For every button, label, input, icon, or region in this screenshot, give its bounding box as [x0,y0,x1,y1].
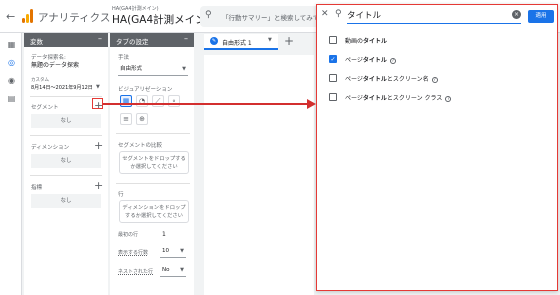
picker-search-input[interactable]: タイトル [347,10,521,24]
metrics-label: 指標 [31,185,43,191]
segment-drop-zone[interactable]: セグメントをドロップするか選択してください [119,151,189,174]
segments-empty: なし [31,114,101,128]
technique-label: 手法 [118,55,130,61]
annotation-arrow-head [307,98,316,109]
help-icon[interactable]: ? [445,95,452,102]
nested-rows-select[interactable]: No ▼ [160,263,186,277]
date-label: カスタム [31,78,49,83]
ads-icon[interactable]: ◉ [7,76,16,85]
chevron-down-icon: ▼ [180,248,184,254]
dimension-picker-panel: ✕ ⚲ タイトル × 適用 動画のタイトル ✓ ページタイトル? ページタイトル… [316,4,558,291]
checkbox[interactable] [329,36,337,44]
metrics-empty: なし [31,194,101,208]
first-row-value[interactable]: 1 [162,231,166,238]
divider [30,96,102,97]
search-icon: ⚲ [335,9,342,19]
option-label: ページタイトルとスクリーン クラス? [345,95,452,102]
help-icon[interactable]: ? [431,76,438,83]
show-rows-value: 10 [162,248,169,254]
app-title: アナリティクス [38,12,111,24]
line-viz-icon[interactable]: ⟋ [152,95,164,107]
checkbox-checked[interactable]: ✓ [329,55,337,63]
property-selector[interactable]: HA(GA4計測メイン) [112,12,210,27]
checkbox[interactable] [329,93,337,101]
divider [30,135,102,136]
chevron-down-icon: ▼ [180,267,184,273]
nested-rows-label: ネストされた行 [118,269,154,275]
chevron-down-icon: ▼ [182,66,186,72]
home-icon[interactable]: ▦ [7,40,16,49]
property-account-label: HA(GA4計測メイン) [112,6,159,12]
collapse-icon[interactable]: – [98,34,102,43]
analytics-logo [22,9,34,23]
show-rows-select[interactable]: 10 ▼ [160,244,186,258]
segment-compare-label: セグメントの比較 [118,143,163,149]
geo-viz-icon[interactable]: ⊕ [136,113,148,125]
collapse-icon[interactable]: – [184,34,188,43]
tab-settings-header: タブの設定 – [110,33,194,47]
canvas-content [204,55,314,295]
dimensions-empty: なし [31,154,101,168]
show-rows-label: 表示する行数 [118,250,149,256]
divider [116,133,190,134]
technique-value: 自由形式 [120,66,143,72]
option-page-title-screen-name[interactable]: ページタイトルとスクリーン名? [329,73,549,85]
annotation-arrow [103,102,308,105]
tab-freeform-1[interactable]: ✎ 自由形式 1 ▼ [204,34,278,50]
first-row-label: 最初の行 [118,232,139,238]
technique-select[interactable]: 自由形式 ▼ [118,62,188,76]
technique-icon: ✎ [210,37,218,45]
divider [30,175,102,176]
help-icon[interactable]: ? [389,57,396,64]
close-icon[interactable]: ✕ [321,9,329,19]
arrow-left-icon[interactable]: ← [6,10,15,23]
dimension-drop-zone[interactable]: ディメンションをドロップするか選択してください [119,200,189,223]
search-bar[interactable]: ⚲ 「行動サマリー」と検索してみて [200,6,320,27]
add-tab-button[interactable]: + [284,34,294,48]
add-dimension-button[interactable]: + [94,140,103,151]
tab-label: 自由形式 1 [222,40,252,47]
segment-plus-highlight [92,98,103,109]
variables-header: 変数 – [24,33,108,47]
divider [116,183,190,184]
chevron-down-icon[interactable]: ▼ [96,84,100,90]
search-placeholder: 「行動サマリー」と検索してみて [222,14,320,22]
variables-title: 変数 [30,38,43,46]
add-metric-button[interactable]: + [94,180,103,191]
nav-rail: ▦ ◎ ◉ ▤ [0,33,22,295]
option-page-title[interactable]: ✓ ページタイトル? [329,54,549,66]
rows-label: 行 [118,192,124,198]
tab-settings-panel: タブの設定 – 手法 自由形式 ▼ ビジュアリゼーション ▦ ◔ ⟋ ∘ ≡ ⊕… [110,33,194,295]
option-page-title-screen-class[interactable]: ページタイトルとスクリーン クラス? [329,92,549,104]
option-label: 動画のタイトル [345,38,388,45]
date-range[interactable]: 8月14日～2021年9月12日 [31,84,93,91]
reports-icon[interactable]: ▤ [7,94,16,103]
bar-viz-icon[interactable]: ≡ [120,113,132,125]
chevron-down-icon[interactable]: ▼ [268,37,272,43]
segments-label: セグメント [31,105,59,111]
checkbox[interactable] [329,74,337,82]
variables-panel: 変数 – データ探索名: 無題のデータ探索 カスタム 8月14日～2021年9月… [24,33,108,295]
nested-rows-value: No [162,267,170,273]
apply-button[interactable]: 適用 [528,10,554,23]
option-label: ページタイトルとスクリーン名? [345,76,438,83]
exploration-name[interactable]: 無題のデータ探索 [31,60,79,69]
scatter-viz-icon[interactable]: ∘ [168,95,180,107]
search-icon: ⚲ [205,10,212,20]
option-video-title[interactable]: 動画のタイトル [329,35,549,47]
dimensions-label: ディメンション [31,145,70,151]
visualization-label: ビジュアリゼーション [118,87,173,93]
clear-search-icon[interactable]: × [512,10,521,19]
donut-viz-icon[interactable]: ◔ [136,95,148,107]
explore-icon[interactable]: ◎ [7,58,16,67]
table-viz-icon[interactable]: ▦ [120,95,132,107]
tab-settings-title: タブの設定 [116,38,149,46]
option-label: ページタイトル? [345,57,396,64]
